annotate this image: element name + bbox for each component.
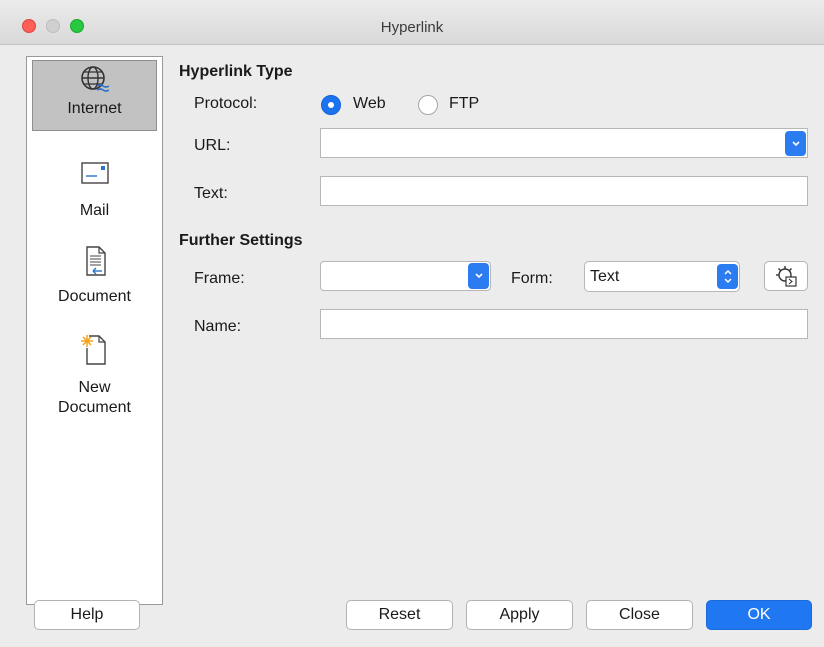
hyperlink-type-heading: Hyperlink Type: [179, 63, 293, 80]
ftp-radio-label[interactable]: FTP: [449, 95, 479, 113]
envelope-icon: [80, 162, 109, 184]
sidebar-item-document[interactable]: Document: [32, 243, 157, 315]
sidebar-item-label: Document: [58, 288, 131, 305]
sidebar-item-label: Document: [58, 399, 131, 416]
close-button[interactable]: Close: [586, 600, 693, 630]
text-label: Text:: [194, 185, 228, 202]
frame-label: Frame:: [194, 270, 245, 287]
web-radio-label[interactable]: Web: [353, 95, 386, 113]
title-bar: Hyperlink: [0, 0, 824, 45]
help-button[interactable]: Help: [34, 600, 140, 630]
apply-button[interactable]: Apply: [466, 600, 573, 630]
ftp-radio[interactable]: [418, 95, 438, 115]
frame-combobox[interactable]: [320, 261, 491, 291]
name-label: Name:: [194, 318, 242, 335]
protocol-label: Protocol:: [194, 95, 258, 112]
url-label: URL:: [194, 137, 231, 154]
chevron-down-icon: [791, 141, 800, 147]
form-select-stepper[interactable]: [717, 264, 738, 289]
category-sidebar: Internet Mail Document New Document: [26, 56, 163, 605]
ok-button[interactable]: OK: [706, 600, 812, 630]
sidebar-item-label: New: [78, 379, 111, 396]
further-settings-heading: Further Settings: [179, 232, 303, 249]
gear-macro-icon: [776, 266, 797, 287]
text-field[interactable]: [320, 176, 808, 206]
globe-icon: [80, 66, 109, 92]
name-field[interactable]: [320, 309, 808, 339]
updown-chevron-icon: [723, 269, 732, 284]
sidebar-item-mail[interactable]: Mail: [32, 157, 157, 223]
window-title: Hyperlink: [380, 19, 444, 36]
sidebar-item-label: Internet: [67, 100, 122, 117]
new-document-icon: [80, 335, 106, 365]
url-combobox[interactable]: [320, 128, 808, 158]
chevron-down-icon: [474, 273, 483, 279]
frame-dropdown-button[interactable]: [468, 263, 489, 289]
form-label: Form:: [511, 270, 553, 287]
web-radio[interactable]: [321, 95, 341, 115]
form-select-value: Text: [590, 268, 620, 285]
sidebar-item-new-document[interactable]: New Document: [32, 332, 157, 432]
sidebar-item-internet[interactable]: Internet: [32, 60, 157, 131]
sidebar-item-label: Mail: [79, 202, 110, 219]
reset-button[interactable]: Reset: [346, 600, 453, 630]
events-button[interactable]: [764, 261, 808, 291]
url-dropdown-button[interactable]: [785, 131, 806, 156]
document-icon: [85, 246, 106, 276]
